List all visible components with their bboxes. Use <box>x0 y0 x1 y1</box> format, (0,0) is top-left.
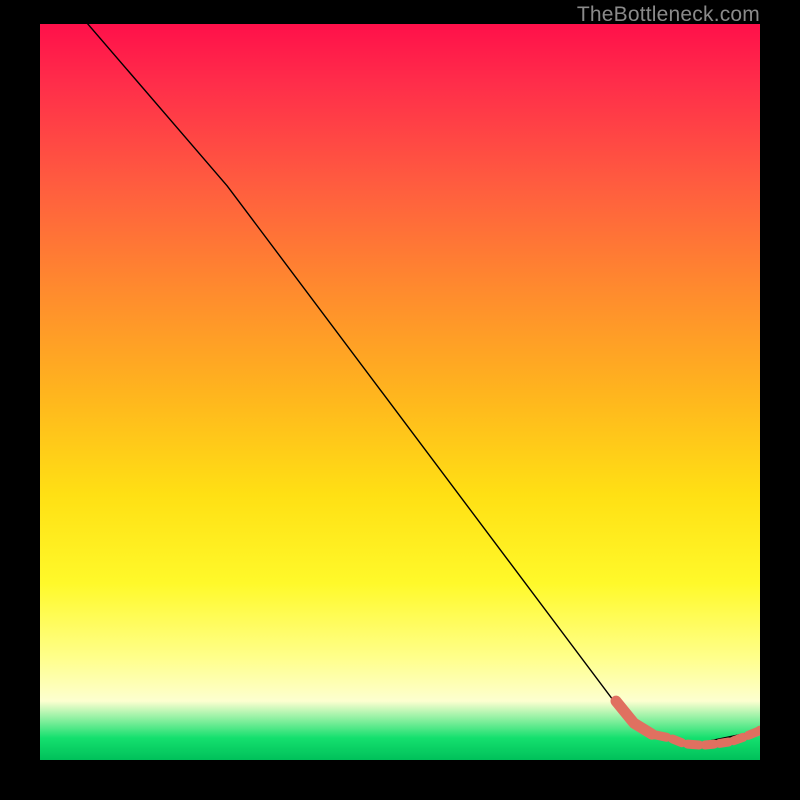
trough-solid-lead <box>616 701 652 734</box>
trough-dash-segment <box>688 744 700 745</box>
trough-end-marker <box>755 726 760 736</box>
trough-dash-segment <box>673 739 682 743</box>
trough-dash-segment <box>705 744 714 745</box>
trough-dash-segment <box>637 725 649 732</box>
trough-dash-segment <box>719 742 728 743</box>
trough-dash-segment <box>619 705 631 719</box>
trough-dash-segment <box>655 735 667 737</box>
main-curve <box>69 24 760 745</box>
trough-dash-segment <box>748 732 757 736</box>
trough-dash-segment <box>734 737 743 740</box>
chart-overlay-svg <box>40 24 760 760</box>
trough-highlight <box>616 701 760 745</box>
main-curve-path <box>69 24 760 745</box>
chart-frame: TheBottleneck.com <box>0 0 800 800</box>
gradient-plot-area <box>40 24 760 760</box>
